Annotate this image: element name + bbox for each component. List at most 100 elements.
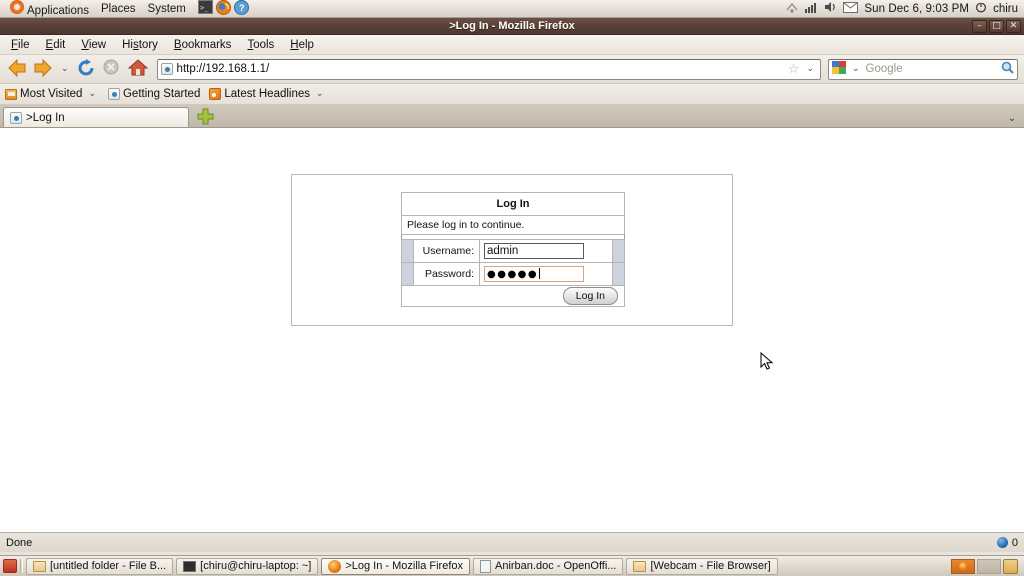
login-submit-cell: Log In [401,285,625,307]
bookmark-star-icon[interactable]: ☆ [788,62,800,77]
history-dropdown-icon[interactable]: ⌄ [58,64,72,74]
status-count: 0 [1011,536,1018,549]
menu-history[interactable]: History [115,37,165,53]
bookmark-getting-started-label: Getting Started [122,88,201,100]
taskbar-separator [20,559,23,573]
window-titlebar[interactable]: >Log In - Mozilla Firefox – □ ✕ [0,18,1024,35]
panel-username[interactable]: chiru [993,3,1018,15]
taskbar-item-label: >Log In - Mozilla Firefox [345,560,463,572]
page-viewport: Log In Please log in to continue. Userna… [0,128,1024,532]
url-text: http://192.168.1.1/ [176,63,270,75]
maximize-button[interactable]: □ [989,19,1004,33]
log-in-button[interactable]: Log In [562,287,618,305]
search-input[interactable]: Google [866,63,998,75]
new-tab-button[interactable] [197,108,214,125]
ubuntu-logo-icon [10,0,24,14]
bookmark-most-visited-label: Most Visited [20,88,83,100]
folder-icon [633,560,647,572]
svg-text:>_: >_ [200,4,209,12]
page-favicon [160,63,173,75]
password-input[interactable]: ●●●●● [484,266,584,282]
panel-menu-system-label: System [147,2,186,15]
menu-tools[interactable]: Tools [240,37,281,53]
page-favicon [10,111,22,124]
home-icon[interactable] [127,58,150,80]
url-bar[interactable]: http://192.168.1.1/ ☆ ⌄ [156,58,821,80]
username-field-cell: admin [479,239,613,263]
page-favicon [107,88,120,100]
signal-bars-icon[interactable] [805,1,818,16]
taskbar-item-untitled-folder[interactable]: [untitled folder - File B... [26,557,174,575]
back-arrow-icon[interactable] [6,58,28,80]
taskbar-item-terminal[interactable]: [chiru@chiru-laptop: ~] [176,557,319,575]
power-icon[interactable] [975,1,987,16]
menu-file[interactable]: File [4,37,37,53]
login-page-container: Log In Please log in to continue. Userna… [291,174,733,326]
workspace-switcher-1[interactable] [951,558,975,574]
panel-menu-system[interactable]: System [142,1,192,17]
menu-bookmarks[interactable]: Bookmarks [167,37,239,53]
volume-icon[interactable] [824,1,837,16]
trash-icon[interactable] [1003,558,1018,574]
username-input[interactable]: admin [484,243,584,259]
password-row: Password: ●●●●● [401,262,625,286]
login-message: Please log in to continue. [401,215,625,235]
taskbar-item-firefox[interactable]: >Log In - Mozilla Firefox [321,557,470,575]
login-submit-row: Log In [401,285,625,307]
password-field-cell: ●●●●● [479,262,613,286]
close-button[interactable]: ✕ [1006,19,1021,33]
help-launcher-icon[interactable]: ? [233,0,249,18]
mail-icon[interactable] [843,1,859,16]
taskbar-item-openoffice[interactable]: Anirban.doc - OpenOffi... [473,557,624,575]
document-icon [480,559,491,573]
taskbar-item-label: [untitled folder - File B... [50,560,167,572]
forward-arrow-icon[interactable] [32,58,54,80]
tab-log-in[interactable]: >Log In [3,107,189,127]
gnome-top-panel: Applications Places System >_ ? Sun Dec … [0,0,1024,18]
password-label: Password: [413,262,480,286]
svg-text:?: ? [239,3,245,13]
chevron-down-icon: ⌄ [88,89,96,99]
taskbar-item-webcam[interactable]: [Webcam - File Browser] [626,557,778,575]
row-gutter-right [612,262,625,286]
text-caret [539,268,541,279]
menu-view[interactable]: View [74,37,113,53]
workspace-switcher-2[interactable] [977,558,1001,574]
taskbar-right-group [951,558,1021,574]
firefox-window: >Log In - Mozilla Firefox – □ ✕ File Edi… [0,18,1024,555]
menu-edit[interactable]: Edit [39,37,73,53]
minimize-button[interactable]: – [972,19,987,33]
navigation-toolbar: ⌄ http://192.168.1.1/ ☆ ⌄ ⌄ Google [0,55,1024,84]
window-title: >Log In - Mozilla Firefox [449,19,575,32]
taskbar-item-label: [chiru@chiru-laptop: ~] [200,560,312,572]
magnifier-icon[interactable] [1001,61,1014,77]
firefox-launcher-icon[interactable] [215,0,231,18]
bookmark-getting-started[interactable]: Getting Started [107,88,201,100]
bookmarks-toolbar: Most Visited ⌄ Getting Started Latest He… [0,84,1024,105]
mouse-cursor [760,351,774,375]
status-text: Done [6,536,33,549]
menu-help[interactable]: Help [283,37,321,53]
url-dropdown-icon[interactable]: ⌄ [803,64,817,74]
blue-circle-icon[interactable] [996,537,1008,548]
search-dropdown-icon[interactable]: ⌄ [849,64,863,74]
google-logo-icon[interactable] [832,61,846,77]
username-row: Username: admin [401,239,625,263]
tab-list-dropdown-icon[interactable]: ⌄ [1008,113,1016,124]
bookmark-most-visited[interactable]: Most Visited ⌄ [5,88,99,100]
bookmark-latest-headlines[interactable]: Latest Headlines ⌄ [209,88,326,100]
row-gutter-right [612,239,625,263]
reload-icon[interactable] [76,58,98,80]
bookmark-latest-headlines-label: Latest Headlines [224,88,311,100]
chevron-down-icon: ⌄ [316,89,324,99]
search-bar[interactable]: ⌄ Google [828,58,1018,80]
network-icon[interactable] [785,1,799,17]
folder-icon [5,88,17,100]
login-title: Log In [401,192,625,216]
panel-menu-places[interactable]: Places [95,1,142,17]
panel-clock[interactable]: Sun Dec 6, 9:03 PM [864,3,969,15]
rss-icon [209,88,222,100]
terminal-launcher-icon[interactable]: >_ [197,0,213,17]
show-desktop-icon[interactable] [3,559,17,573]
panel-menu-applications[interactable]: Applications [4,0,95,19]
